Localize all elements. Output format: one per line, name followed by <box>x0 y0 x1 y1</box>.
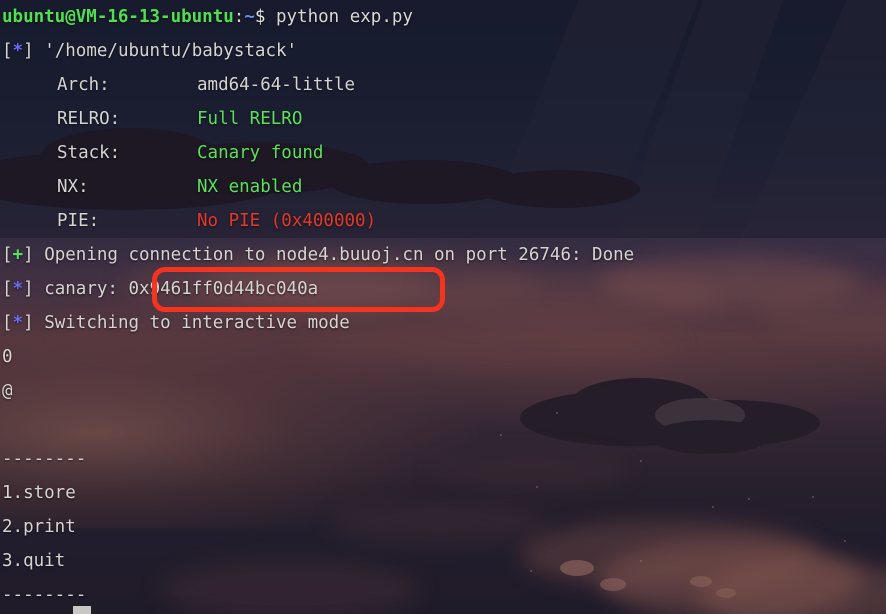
bracket-open: [ <box>2 313 13 333</box>
output-zero-text: 0 <box>2 347 13 367</box>
bracket-close: ] <box>23 279 34 299</box>
canary-label: canary: <box>44 279 118 299</box>
status-star-icon: * <box>12 279 24 299</box>
bracket-open: [ <box>2 279 13 299</box>
canary-value: 0x9461ff0d44bc040a <box>128 279 319 299</box>
nx-value: NX enabled <box>197 177 303 197</box>
switching-mode-text: Switching to interactive mode <box>44 313 350 333</box>
stack-label: Stack: <box>57 143 121 163</box>
terminal-cursor[interactable] <box>73 606 91 614</box>
menu-item-quit-label: 3.quit <box>2 551 66 571</box>
log-line-canary: [*] canary: 0x9461ff0d44bc040a <box>0 272 886 306</box>
prompt-command: python exp.py <box>275 7 413 27</box>
bracket-close: ] <box>23 41 34 61</box>
prompt-dollar: $ <box>254 7 266 27</box>
terminal-screen: ubuntu@VM-16-13-ubuntu:~$ python exp.py … <box>0 0 886 614</box>
relro-value: Full RELRO <box>197 109 303 129</box>
menu-divider-bottom: -------- <box>0 578 886 612</box>
log-line-binary-path: [*] '/home/ubuntu/babystack' <box>0 34 886 68</box>
prompt-colon: : <box>233 7 245 27</box>
pie-label: PIE: <box>57 211 100 231</box>
checksec-row-arch: Arch: amd64-64-little <box>0 68 886 102</box>
arch-value: amd64-64-little <box>197 75 356 95</box>
menu-item-print-label: 2.print <box>2 517 76 537</box>
prompt-path: ~ <box>244 7 255 27</box>
menu-divider-top: -------- <box>0 442 886 476</box>
binary-path-value: '/home/ubuntu/babystack' <box>44 41 298 61</box>
bracket-open: [ <box>2 41 13 61</box>
menu-item-store-label: 1.store <box>2 483 76 503</box>
arch-label: Arch: <box>57 75 110 95</box>
nx-label: NX: <box>57 177 89 197</box>
log-line-switching-mode: [*] Switching to interactive mode <box>0 306 886 340</box>
menu-item-quit[interactable]: 3.quit <box>0 544 886 578</box>
pie-value: No PIE (0x400000) <box>197 211 377 231</box>
checksec-row-relro: RELRO: Full RELRO <box>0 102 886 136</box>
bracket-close: ] <box>23 313 34 333</box>
output-line-zero: 0 <box>0 340 886 374</box>
opening-connection-text: Opening connection to node4.buuoj.cn on … <box>44 245 635 265</box>
terminal-text-layer[interactable]: ubuntu@VM-16-13-ubuntu:~$ python exp.py … <box>0 0 886 614</box>
output-line-at: @ <box>0 374 886 408</box>
relro-label: RELRO: <box>57 109 121 129</box>
menu-divider-top-text: -------- <box>2 449 87 469</box>
menu-item-store[interactable]: 1.store <box>0 476 886 510</box>
output-at-text: @ <box>2 381 13 401</box>
prompt-line[interactable]: ubuntu@VM-16-13-ubuntu:~$ python exp.py <box>0 0 886 34</box>
bracket-open: [ <box>2 245 13 265</box>
bracket-close: ] <box>23 245 34 265</box>
prompt-user-host: ubuntu@VM-16-13-ubuntu <box>2 7 234 27</box>
checksec-row-pie: PIE: No PIE (0x400000) <box>0 204 886 238</box>
status-star-icon: * <box>12 41 24 61</box>
menu-item-print[interactable]: 2.print <box>0 510 886 544</box>
checksec-row-nx: NX: NX enabled <box>0 170 886 204</box>
checksec-row-stack: Stack: Canary found <box>0 136 886 170</box>
status-plus-icon: + <box>12 245 24 265</box>
status-star-icon: * <box>12 313 24 333</box>
menu-divider-bottom-text: -------- <box>2 585 87 605</box>
log-line-opening-connection: [+] Opening connection to node4.buuoj.cn… <box>0 238 886 272</box>
stack-value: Canary found <box>197 143 324 163</box>
